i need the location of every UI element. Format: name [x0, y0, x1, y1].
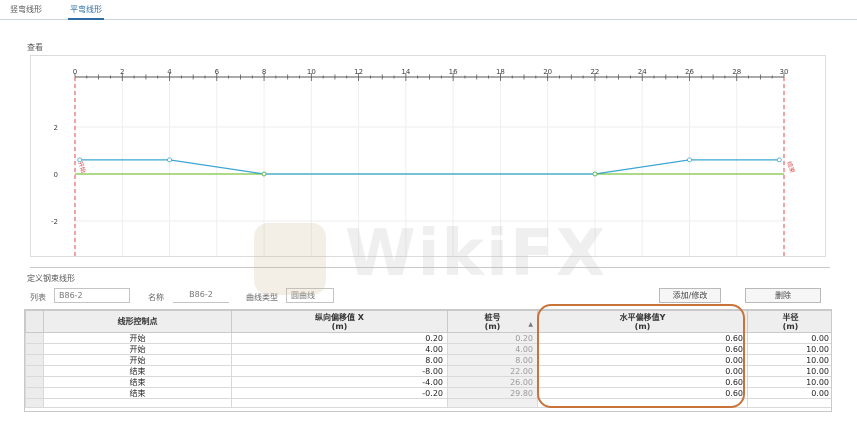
cell-station[interactable]: 26.00: [447, 376, 538, 388]
cell-offset-x[interactable]: 0.20: [231, 332, 448, 344]
list-label: 列表: [30, 293, 46, 302]
cell-radius[interactable]: 10.00: [747, 354, 831, 366]
name-label: 名称: [148, 293, 164, 302]
cell-control-point[interactable]: 开始: [43, 332, 232, 344]
row-header[interactable]: [25, 343, 44, 355]
control-point-table: 线形控制点 纵向偏移值 X (m) 桩号 (m) ▲ 水平偏移值Y (m) 半径 (m) …: [24, 309, 832, 412]
header-offset-y[interactable]: 水平偏移值Y (m): [537, 310, 748, 333]
cell-radius[interactable]: 10.00: [747, 376, 831, 388]
cell-offset-y[interactable]: 0.60: [537, 376, 748, 388]
add-modify-button[interactable]: 添加/修改: [659, 288, 721, 303]
table-row[interactable]: 结束 -4.00 26.00 0.60 10.00: [25, 376, 831, 388]
cell-control-point[interactable]: 开始: [43, 354, 232, 366]
cell-offset-y[interactable]: 0.60: [537, 343, 748, 355]
cell-station[interactable]: 4.00: [447, 343, 538, 355]
cell-radius[interactable]: 10.00: [747, 343, 831, 355]
name-input[interactable]: B86-2: [173, 288, 229, 303]
new-row-cell[interactable]: [537, 398, 748, 408]
table-row[interactable]: 结束 -0.20 29.80 0.60 0.00: [25, 387, 831, 399]
cell-station[interactable]: 8.00: [447, 354, 538, 366]
cell-control-point[interactable]: 结束: [43, 376, 232, 388]
cell-radius[interactable]: 0.00: [747, 387, 831, 399]
header-control-point[interactable]: 线形控制点: [43, 310, 232, 333]
tab-horizontal-alignment[interactable]: 平弯线形: [68, 4, 104, 20]
row-header[interactable]: [25, 332, 44, 344]
tab-vertical-alignment[interactable]: 竖弯线形: [8, 4, 44, 20]
cell-station[interactable]: 0.20: [447, 332, 538, 344]
row-header-corner: [25, 310, 44, 333]
cell-control-point[interactable]: 结束: [43, 365, 232, 377]
row-header[interactable]: [25, 365, 44, 377]
new-row-cell[interactable]: [447, 398, 538, 408]
cell-station[interactable]: 29.80: [447, 387, 538, 399]
section-separator: [30, 267, 830, 268]
cell-offset-x[interactable]: -8.00: [231, 365, 448, 377]
cell-offset-x[interactable]: 4.00: [231, 343, 448, 355]
new-row-cell[interactable]: [747, 398, 831, 408]
cell-offset-y[interactable]: 0.00: [537, 354, 748, 366]
alignment-plot-frame: [30, 55, 826, 257]
curve-type-select[interactable]: 圆曲线: [286, 288, 334, 303]
delete-button[interactable]: 删除: [745, 288, 821, 303]
cell-radius[interactable]: 0.00: [747, 332, 831, 344]
sort-ascending-icon: ▲: [528, 321, 533, 328]
cell-offset-x[interactable]: 8.00: [231, 354, 448, 366]
list-input[interactable]: B86-2: [54, 288, 130, 303]
new-row[interactable]: [25, 398, 831, 408]
row-header[interactable]: [25, 387, 44, 399]
table-row[interactable]: 开始 8.00 8.00 0.00 10.00: [25, 354, 831, 366]
header-offset-x[interactable]: 纵向偏移值 X (m): [231, 310, 448, 333]
cell-offset-y[interactable]: 0.60: [537, 387, 748, 399]
cell-station[interactable]: 22.00: [447, 365, 538, 377]
new-row-cell[interactable]: [43, 398, 232, 408]
row-header[interactable]: [25, 354, 44, 366]
view-section-label: 查看: [27, 43, 43, 52]
row-header[interactable]: [25, 376, 44, 388]
header-station[interactable]: 桩号 (m) ▲: [447, 310, 538, 333]
table-row[interactable]: 开始 0.20 0.20 0.60 0.00: [25, 332, 831, 344]
new-row-header[interactable]: [25, 398, 44, 408]
cell-control-point[interactable]: 结束: [43, 387, 232, 399]
tab-bar: 竖弯线形 平弯线形: [0, 0, 857, 20]
curve-type-label: 曲线类型: [246, 293, 278, 302]
table-row[interactable]: 开始 4.00 4.00 0.60 10.00: [25, 343, 831, 355]
cell-radius[interactable]: 10.00: [747, 365, 831, 377]
define-tendon-label: 定义钢束线形: [27, 274, 75, 283]
cell-offset-x[interactable]: -4.00: [231, 376, 448, 388]
header-radius[interactable]: 半径 (m): [747, 310, 831, 333]
table-row[interactable]: 结束 -8.00 22.00 0.00 10.00: [25, 365, 831, 377]
cell-offset-x[interactable]: -0.20: [231, 387, 448, 399]
cell-offset-y[interactable]: 0.60: [537, 332, 748, 344]
cell-control-point[interactable]: 开始: [43, 343, 232, 355]
new-row-cell[interactable]: [231, 398, 448, 408]
cell-offset-y[interactable]: 0.00: [537, 365, 748, 377]
